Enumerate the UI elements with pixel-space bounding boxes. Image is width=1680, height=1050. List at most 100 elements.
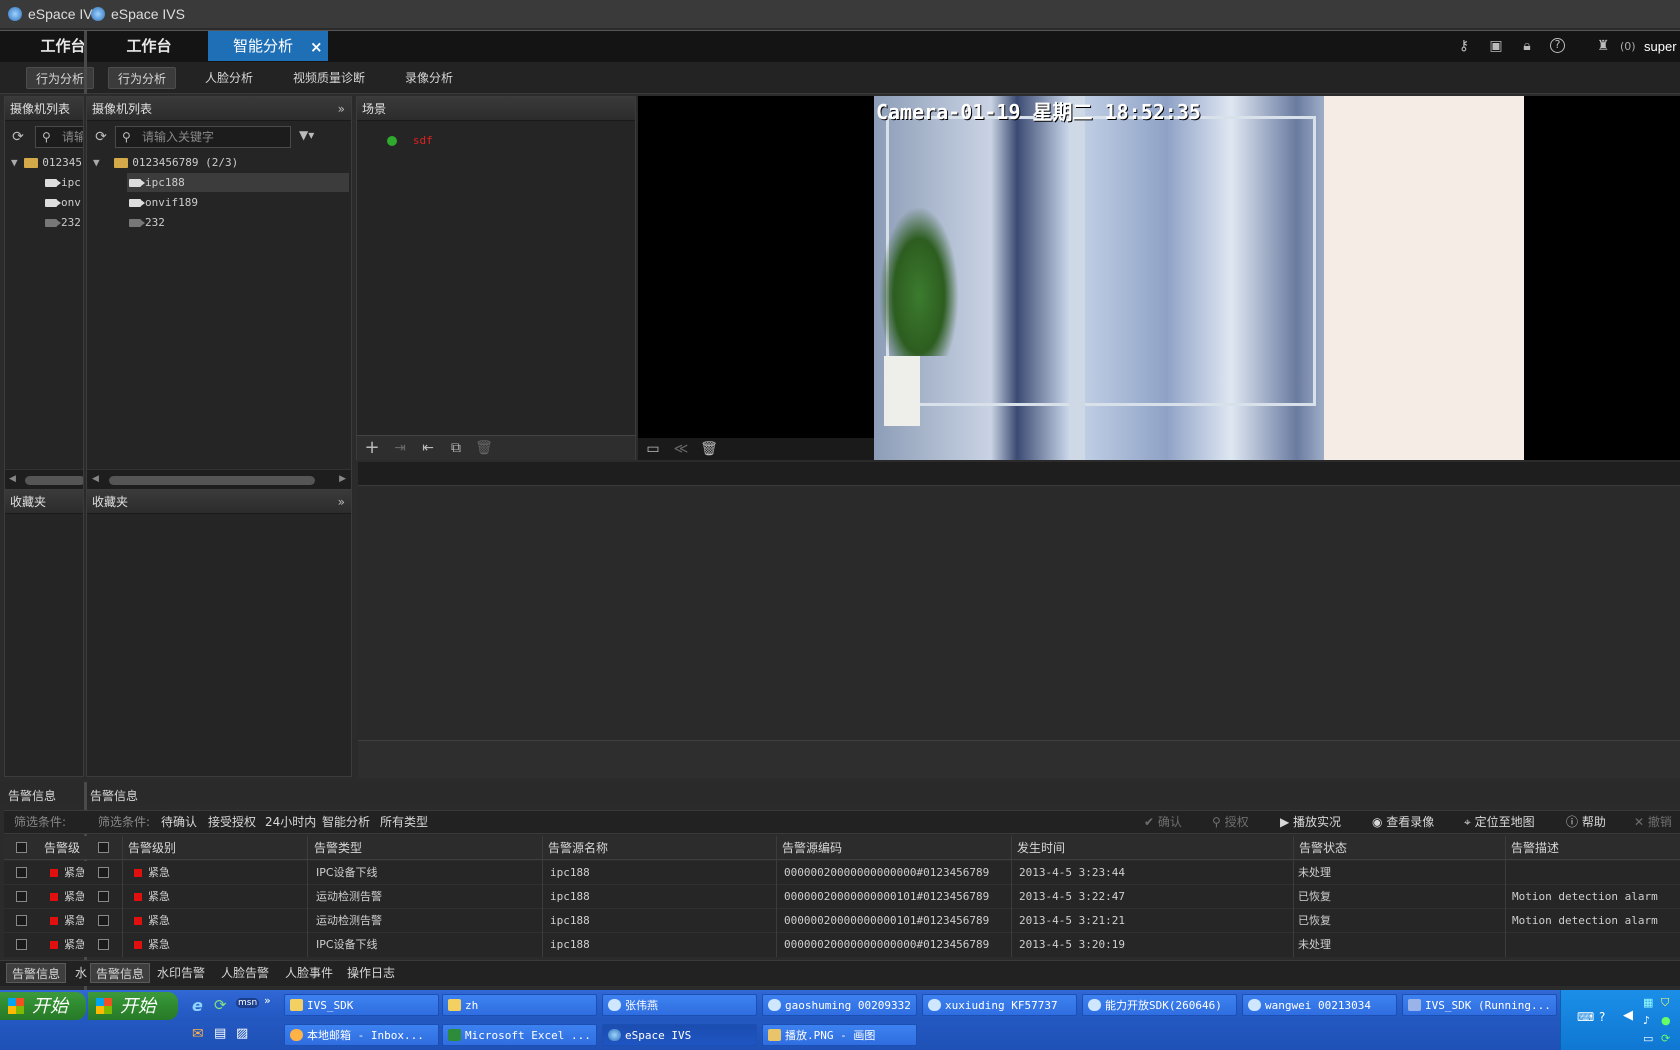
column-header-source[interactable]: 告警源名称 — [548, 836, 608, 860]
row-checkbox[interactable] — [98, 939, 109, 950]
taskbar-item[interactable]: 张伟燕 — [602, 994, 757, 1016]
refresh-icon[interactable]: ⟳ — [92, 129, 110, 145]
column-header-time[interactable]: 发生时间 — [1017, 836, 1065, 860]
camera-video-feed[interactable]: Camera-01-19 星期二 18:52:35 — [874, 96, 1524, 460]
volume-icon[interactable]: ♪ — [1643, 1014, 1650, 1027]
sync-icon[interactable]: ⟳ — [1661, 1032, 1670, 1045]
camera-search-input[interactable]: ⚲ 请输入关键字 — [115, 126, 291, 148]
keyboard-icon[interactable]: ⌨ — [1577, 1010, 1594, 1024]
collapse-chevron-icon[interactable]: » — [338, 97, 345, 121]
refresh-green-icon[interactable]: ⟳ — [214, 996, 227, 1014]
subtab-video-quality[interactable]: 视频质量诊断 — [284, 67, 374, 89]
scroll-thumb[interactable] — [25, 476, 83, 485]
taskbar-item[interactable]: 能力开放SDK(260646) — [1082, 994, 1237, 1016]
back-tab-alarm-info[interactable]: 告警信息 — [6, 963, 67, 983]
start-button[interactable]: 开始 — [0, 992, 86, 1020]
image-icon[interactable]: ▣ — [1487, 38, 1505, 54]
back-row-checkbox[interactable] — [16, 939, 27, 950]
expand-arrow-icon[interactable]: ▼ — [11, 156, 18, 169]
copy-icon[interactable]: ⧉ — [447, 440, 465, 456]
tree-camera-item[interactable]: ipc188 — [127, 173, 349, 192]
tab-alarm-info[interactable]: 告警信息 — [90, 963, 151, 983]
mail-icon[interactable]: ✉ — [192, 1026, 204, 1042]
start-button[interactable]: 开始 — [88, 992, 178, 1020]
view-record-button[interactable]: ◉ 查看录像 — [1372, 811, 1434, 833]
tab-face-alarm[interactable]: 人脸告警 — [216, 963, 274, 983]
row-checkbox[interactable] — [98, 867, 109, 878]
refresh-icon[interactable]: ⟳ — [9, 129, 27, 145]
key-icon[interactable]: ⚷ — [1455, 38, 1473, 54]
taskbar-item[interactable]: wangwei 00213034 — [1242, 994, 1397, 1016]
table-row[interactable]: 紧急 紧急 IPC设备下线 ipc188 0000002000000000000… — [4, 933, 1680, 957]
locate-map-button[interactable]: ⌖ 定位至地图 — [1464, 811, 1535, 833]
confirm-button[interactable]: ✔ 确认 — [1144, 811, 1182, 833]
back-tree-camera[interactable]: ipc — [45, 173, 81, 192]
tree-camera-item[interactable]: 232 — [129, 213, 165, 232]
column-header-status[interactable]: 告警状态 — [1299, 836, 1347, 860]
taskbar-item[interactable]: 播放.PNG - 画图 — [762, 1024, 917, 1046]
filter-intelligent[interactable]: 智能分析 — [322, 811, 370, 833]
taskbar-item[interactable]: xuxiuding KF57737 — [922, 994, 1077, 1016]
horizontal-scrollbar[interactable]: ◀ — [5, 469, 83, 490]
tree-root-node[interactable]: ▼ 0123456789 (2/3) — [93, 153, 238, 172]
column-header-type[interactable]: 告警类型 — [314, 836, 362, 860]
alarm-bell-icon[interactable]: ♜ — [1594, 38, 1612, 54]
tab-face-event[interactable]: 人脸事件 — [280, 963, 338, 983]
filter-pending[interactable]: 待确认 — [161, 811, 197, 833]
back-tab-watermark[interactable]: 水 — [70, 963, 92, 983]
column-header-code[interactable]: 告警源编码 — [782, 836, 842, 860]
filter-icon[interactable]: ▼▾ — [299, 128, 314, 142]
back-select-all-checkbox[interactable] — [16, 842, 27, 853]
add-icon[interactable]: + — [363, 439, 381, 457]
horizontal-scrollbar[interactable]: ◀ ▶ — [87, 469, 351, 491]
polyline-icon[interactable]: ≪ — [672, 441, 690, 457]
expand-arrow-icon[interactable]: ▼ — [93, 156, 100, 169]
row-checkbox[interactable] — [98, 915, 109, 926]
tree-camera-item[interactable]: onvif189 — [129, 193, 198, 212]
taskbar-item[interactable]: zh — [442, 994, 597, 1016]
help-icon[interactable]: ? — [1599, 1010, 1605, 1024]
overflow-chevron-icon[interactable]: » — [264, 994, 271, 1007]
tab-workbench[interactable]: 工作台 — [110, 31, 188, 61]
export-icon[interactable]: ⇤ — [419, 440, 437, 456]
taskbar-item[interactable]: gaoshuming 00209332 — [762, 994, 917, 1016]
antivirus-icon[interactable]: ● — [1661, 1014, 1671, 1027]
collapse-chevron-icon[interactable]: » — [338, 490, 345, 514]
back-row-checkbox[interactable] — [16, 867, 27, 878]
subtab-record-analysis[interactable]: 录像分析 — [396, 67, 462, 89]
select-all-checkbox[interactable] — [98, 842, 109, 853]
shield-icon[interactable]: ⛉ — [1661, 996, 1669, 1010]
taskbar-item[interactable]: IVS_SDK (Running... — [1402, 994, 1557, 1016]
back-search-input[interactable]: ⚲ 请输 — [35, 126, 83, 148]
play-live-button[interactable]: ▶ 播放实况 — [1280, 811, 1341, 833]
filter-all-types[interactable]: 所有类型 — [380, 811, 428, 833]
import-icon[interactable]: ⇥ — [391, 440, 409, 456]
back-tree-camera[interactable]: onv — [45, 193, 81, 212]
scroll-right-icon[interactable]: ▶ — [339, 474, 346, 484]
column-header-desc[interactable]: 告警描述 — [1511, 836, 1559, 860]
table-row[interactable]: 紧急 紧急 IPC设备下线 ipc188 0000002000000000000… — [4, 861, 1680, 885]
close-tab-icon[interactable]: × — [310, 38, 323, 56]
table-row[interactable]: 紧急 紧急 运动检测告警 ipc188 00000020000000000101… — [4, 909, 1680, 933]
ie-icon[interactable]: e — [192, 996, 203, 1015]
table-row[interactable]: 紧急 紧急 运动检测告警 ipc188 00000020000000000101… — [4, 885, 1680, 909]
taskbar-item-active[interactable]: eSpace IVS — [602, 1024, 757, 1046]
back-row-checkbox[interactable] — [16, 891, 27, 902]
revoke-button[interactable]: ✕ 撤销 — [1634, 811, 1672, 833]
scene-item[interactable]: sdf — [387, 131, 433, 149]
help-button[interactable]: ⓘ 帮助 — [1566, 811, 1606, 833]
tab-operation-log[interactable]: 操作日志 — [342, 963, 400, 983]
tray-expand-icon[interactable]: ◀ — [1623, 1008, 1633, 1023]
delete-icon[interactable]: 🗑︎ — [700, 441, 718, 457]
scroll-thumb[interactable] — [109, 476, 315, 485]
lock-icon[interactable]: 🔒︎ — [1518, 38, 1536, 54]
chart-icon[interactable]: ▨ — [236, 1026, 248, 1041]
monitor-icon[interactable]: ▭ — [1643, 1032, 1653, 1045]
back-tree-root[interactable]: ▼ 012345 — [11, 153, 82, 172]
scroll-left-icon[interactable]: ◀ — [92, 474, 99, 484]
rectangle-icon[interactable]: ▭ — [644, 441, 662, 457]
tab-watermark-alarm[interactable]: 水印告警 — [152, 963, 210, 983]
help-icon[interactable]: ? — [1550, 38, 1565, 53]
back-tab-workbench[interactable]: 工作台 — [38, 31, 88, 61]
authorize-button[interactable]: ⚲ 授权 — [1212, 811, 1249, 833]
